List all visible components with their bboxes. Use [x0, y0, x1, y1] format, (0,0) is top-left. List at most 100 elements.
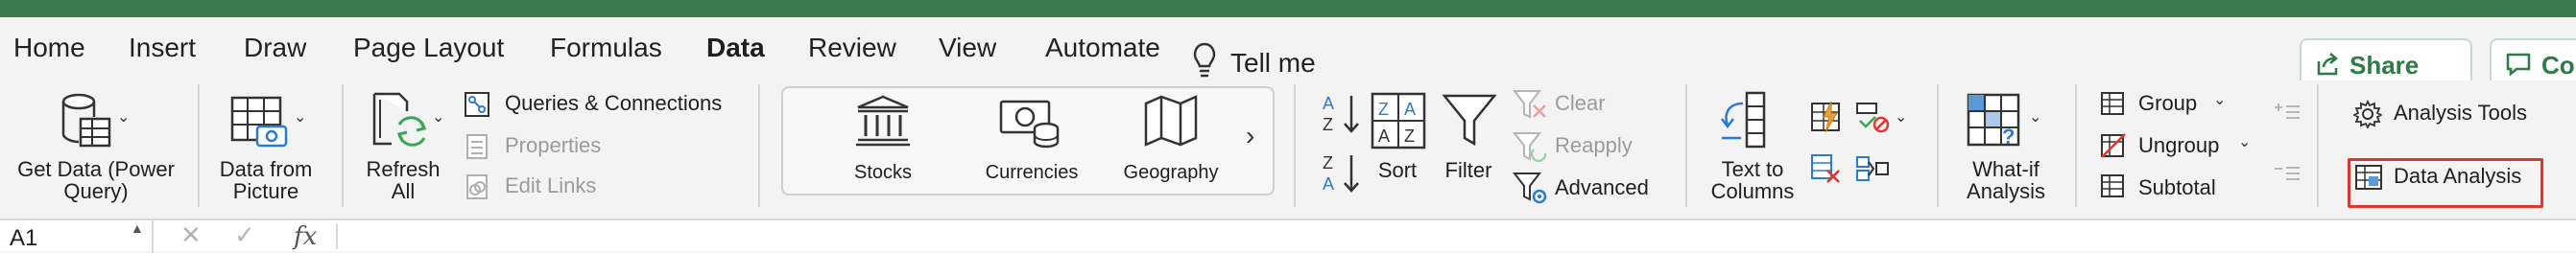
what-if-label-1: What-if: [1972, 157, 2039, 181]
share-icon: [2317, 53, 2338, 76]
svg-text:A: A: [1404, 100, 1416, 119]
comment-icon: [2506, 53, 2531, 77]
chevron-down-icon: ⌄: [294, 109, 307, 126]
group-separator: [2075, 84, 2077, 207]
chevron-down-icon: ⌄: [2238, 134, 2252, 150]
tab-automate[interactable]: Automate: [1045, 27, 1160, 69]
svg-text:A: A: [1323, 94, 1334, 113]
group-separator: [1294, 84, 1296, 207]
group-separator: [2317, 84, 2319, 207]
group-label: Group: [2138, 91, 2198, 115]
tab-draw[interactable]: Draw: [244, 27, 306, 69]
what-if-label-2: Analysis: [1967, 179, 2045, 203]
reapply-icon: [1513, 132, 1547, 163]
show-detail-icon[interactable]: [2273, 102, 2302, 123]
svg-text:Z: Z: [1323, 115, 1333, 134]
insert-function-button[interactable]: fx: [294, 222, 317, 251]
queries-connections-icon: [465, 92, 489, 117]
bank-icon: [856, 95, 910, 147]
properties-icon: [466, 134, 488, 159]
text-to-columns-icon: [1721, 91, 1766, 149]
consolidate-icon[interactable]: [1854, 151, 1891, 186]
subtotal-label: Subtotal: [2138, 175, 2216, 199]
svg-text:Z: Z: [1323, 153, 1333, 172]
sort-dialog-icon: Z A A Z: [1371, 92, 1426, 150]
svg-text:?: ?: [2002, 125, 2015, 149]
sort-label: Sort: [1377, 158, 1418, 182]
geography-label: Geography: [1123, 162, 1219, 183]
clear-filter-icon: [1513, 90, 1546, 119]
tab-page-layout[interactable]: Page Layout: [353, 27, 504, 69]
group-separator: [198, 84, 200, 207]
properties-label: Properties: [505, 133, 602, 157]
group-separator: [758, 84, 760, 207]
tab-insert[interactable]: Insert: [129, 27, 196, 69]
tab-home[interactable]: Home: [13, 27, 85, 69]
enter-icon[interactable]: ✓: [234, 220, 255, 249]
gear-icon: [2353, 100, 2382, 128]
sort-ascending-icon[interactable]: A Z: [1321, 92, 1361, 136]
tab-view[interactable]: View: [939, 27, 996, 69]
ungroup-label: Ungroup: [2138, 133, 2220, 157]
filter-icon: [1442, 94, 1497, 147]
group-separator: [1685, 84, 1687, 207]
chevron-right-icon[interactable]: ›: [1246, 121, 1254, 151]
comments-label: Comme: [2541, 51, 2576, 80]
lightbulb-icon: [1193, 42, 1216, 78]
svg-text:A: A: [1378, 126, 1390, 146]
clear-label: Clear: [1555, 91, 1606, 115]
filter-label: Filter: [1444, 158, 1492, 182]
chevron-down-icon: ⌄: [117, 109, 131, 126]
formula-separator: [336, 224, 338, 249]
data-analysis-highlight: [2348, 158, 2543, 208]
refresh-all-label-1: Refresh: [366, 157, 441, 181]
reapply-label: Reapply: [1555, 133, 1633, 157]
tab-formulas[interactable]: Formulas: [550, 27, 662, 69]
group-separator: [1937, 84, 1939, 207]
what-if-icon: ?: [1967, 93, 2020, 149]
text-to-columns-label-1: Text to: [1721, 157, 1784, 181]
name-box[interactable]: A1 ▲: [0, 220, 154, 253]
remove-duplicates-icon[interactable]: [1808, 151, 1843, 186]
share-label: Share: [2349, 51, 2420, 80]
ungroup-icon: [2101, 133, 2126, 158]
database-icon: [61, 93, 111, 148]
svg-text:Z: Z: [1378, 100, 1389, 119]
subtotal-icon: [2101, 174, 2124, 197]
chevron-down-icon: ⌄: [2213, 92, 2227, 108]
name-box-dropdown-icon[interactable]: ▲: [131, 220, 144, 236]
formula-bar: A1 ▲ ✕ ✓ fx: [0, 218, 2576, 253]
chevron-down-icon: ⌄: [2029, 109, 2042, 126]
tab-data[interactable]: Data: [706, 27, 765, 69]
data-from-picture-label-2: Picture: [232, 179, 299, 203]
data-from-picture-label-1: Data from: [219, 157, 313, 181]
currency-icon: [999, 100, 1060, 149]
edit-links-label: Edit Links: [505, 173, 597, 197]
svg-text:A: A: [1323, 174, 1334, 194]
cell-reference: A1: [10, 225, 38, 251]
stocks-label: Stocks: [853, 162, 913, 183]
svg-text:Z: Z: [1404, 126, 1415, 146]
flash-fill-icon[interactable]: [1808, 100, 1843, 134]
cancel-icon[interactable]: ✕: [180, 220, 202, 249]
get-data-label-2: Query): [63, 179, 129, 203]
refresh-icon: [372, 92, 427, 147]
map-icon: [1144, 95, 1198, 147]
group-separator: [342, 84, 344, 207]
window-title-bar: [0, 0, 2576, 17]
refresh-all-label-2: All: [391, 179, 416, 203]
data-validation-icon[interactable]: [1854, 100, 1891, 134]
analysis-tools-label: Analysis Tools: [2394, 101, 2527, 125]
group-icon: [2101, 92, 2124, 115]
tab-review[interactable]: Review: [808, 27, 896, 69]
sort-descending-icon[interactable]: Z A: [1321, 151, 1361, 196]
ribbon-tabs: Home Insert Draw Page Layout Formulas Da…: [0, 17, 2576, 90]
edit-links-icon: [466, 174, 488, 199]
chevron-down-icon: ⌄: [432, 109, 445, 126]
currencies-label: Currencies: [985, 162, 1079, 183]
queries-connections-label: Queries & Connections: [505, 91, 723, 115]
advanced-filter-icon: [1513, 172, 1547, 204]
chevron-down-icon[interactable]: ⌄: [1895, 107, 1907, 126]
tell-me-search[interactable]: Tell me: [1230, 44, 1316, 82]
hide-detail-icon[interactable]: [2273, 163, 2302, 184]
